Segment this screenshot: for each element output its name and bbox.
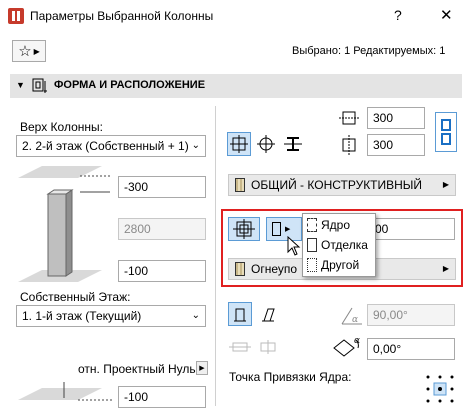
vertical-column-button[interactable] bbox=[228, 302, 252, 326]
star-icon: ☆ bbox=[18, 42, 32, 60]
height-field: 2800 bbox=[118, 218, 206, 240]
selection-status: Выбрано: 1 Редактируемых: 1 bbox=[292, 45, 446, 57]
chevron-right-icon: ▶ bbox=[285, 226, 291, 233]
core-section-icon bbox=[233, 219, 255, 239]
chevron-down-icon: ⌄ bbox=[191, 140, 200, 151]
rotation-angle-icon: α bbox=[333, 336, 360, 357]
material-bar-1[interactable]: ОБЩИЙ - КОНСТРУКТИВНЫЙ ▶ bbox=[228, 174, 456, 196]
material-swatch-icon bbox=[235, 262, 245, 276]
reference-level-field[interactable]: -100 bbox=[118, 386, 206, 408]
window-title: Параметры Выбранной Колонны bbox=[30, 9, 214, 23]
chevron-right-icon: ▶ bbox=[442, 264, 449, 273]
svg-text:α: α bbox=[354, 336, 360, 346]
i-beam-icon bbox=[284, 137, 302, 151]
column-preview bbox=[18, 166, 110, 282]
chevron-right-icon: ▶ bbox=[442, 180, 449, 189]
chevron-right-icon: ▶ bbox=[199, 365, 205, 372]
close-button[interactable]: ✕ bbox=[440, 6, 453, 24]
top-link-value: 2. 2-й этаж (Собственный + 1) bbox=[22, 139, 189, 153]
core-icon bbox=[307, 218, 317, 232]
circular-column-button[interactable] bbox=[254, 132, 278, 156]
help-button[interactable]: ? bbox=[394, 7, 402, 23]
menu-item-other[interactable]: Другой bbox=[303, 255, 373, 275]
anchor-label: Точка Привязки Ядра: bbox=[229, 370, 352, 384]
depth-field[interactable]: 300 bbox=[367, 134, 425, 156]
svg-text:α: α bbox=[352, 315, 358, 325]
menu-item-label: Ядро bbox=[321, 218, 351, 232]
title-bar: Параметры Выбранной Колонны ? ✕ bbox=[0, 0, 472, 32]
collapse-arrow-icon: ▼ bbox=[16, 80, 25, 90]
chevron-down-icon: ⌄ bbox=[191, 310, 200, 321]
slant-angle-field: 90,00° bbox=[367, 304, 455, 326]
rectangle-section-icon bbox=[230, 135, 248, 153]
column-divider bbox=[215, 106, 216, 406]
profile-column-button[interactable] bbox=[281, 132, 305, 156]
column-part-icon bbox=[272, 222, 281, 236]
home-story-label: Собственный Этаж: bbox=[20, 290, 131, 304]
slant-angle-icon: α bbox=[341, 307, 362, 325]
reference-level-graphic bbox=[18, 382, 114, 401]
vertical-column-icon bbox=[234, 308, 246, 322]
link-size-button[interactable] bbox=[435, 112, 457, 152]
section-header[interactable]: ▼ ФОРМА И РАСПОЛОЖЕНИЕ bbox=[10, 74, 462, 98]
reference-level-button[interactable]: ▶ bbox=[196, 361, 208, 375]
mouse-cursor-icon bbox=[287, 236, 301, 256]
chain-link-icon bbox=[441, 119, 451, 145]
menu-item-core[interactable]: Ядро bbox=[303, 215, 373, 235]
slanted-column-icon bbox=[262, 308, 275, 322]
core-button[interactable] bbox=[228, 217, 260, 241]
app-icon bbox=[8, 8, 24, 24]
favorites-button[interactable]: ☆ ▶ bbox=[12, 40, 46, 62]
top-link-select[interactable]: 2. 2-й этаж (Собственный + 1) ⌄ bbox=[16, 135, 206, 157]
menu-item-finish[interactable]: Отделка bbox=[303, 235, 373, 255]
slant-direction-button-1 bbox=[228, 336, 252, 358]
component-popup-menu: Ядро Отделка Другой bbox=[302, 213, 376, 277]
width-icon bbox=[339, 111, 360, 125]
material-swatch-icon bbox=[235, 178, 245, 192]
slant-direction-icon bbox=[260, 340, 276, 354]
top-offset-field[interactable]: -300 bbox=[118, 176, 206, 198]
slanted-column-button[interactable] bbox=[256, 302, 280, 326]
bottom-offset-field[interactable]: -100 bbox=[118, 260, 206, 282]
menu-item-label: Другой bbox=[321, 258, 360, 272]
chevron-right-icon: ▶ bbox=[33, 46, 40, 56]
rectangular-column-button[interactable] bbox=[227, 132, 251, 156]
home-story-value: 1. 1-й этаж (Текущий) bbox=[22, 309, 142, 323]
material-1-label: ОБЩИЙ - КОНСТРУКТИВНЫЙ bbox=[251, 178, 423, 192]
reference-level-label: отн. Проектный Нуль bbox=[78, 362, 196, 376]
home-story-select[interactable]: 1. 1-й этаж (Текущий) ⌄ bbox=[16, 305, 206, 327]
top-column-label: Верх Колонны: bbox=[20, 120, 103, 134]
circle-section-icon bbox=[257, 135, 275, 153]
anchor-point-grid[interactable] bbox=[423, 372, 457, 406]
veneer-thickness-field[interactable]: 00 bbox=[369, 218, 455, 240]
other-icon bbox=[307, 258, 317, 272]
shape-position-icon bbox=[32, 77, 48, 98]
depth-icon bbox=[342, 135, 356, 155]
rotation-angle-field[interactable]: 0,00° bbox=[367, 338, 455, 360]
finish-icon bbox=[307, 238, 317, 252]
slant-direction-button-2 bbox=[256, 336, 280, 358]
section-title: ФОРМА И РАСПОЛОЖЕНИЕ bbox=[54, 79, 206, 91]
menu-item-label: Отделка bbox=[321, 238, 368, 252]
material-2-label: Огнеупо bbox=[251, 262, 298, 276]
width-field[interactable]: 300 bbox=[367, 107, 425, 129]
anchor-point-icon bbox=[426, 375, 454, 403]
slant-direction-icon bbox=[229, 342, 251, 352]
